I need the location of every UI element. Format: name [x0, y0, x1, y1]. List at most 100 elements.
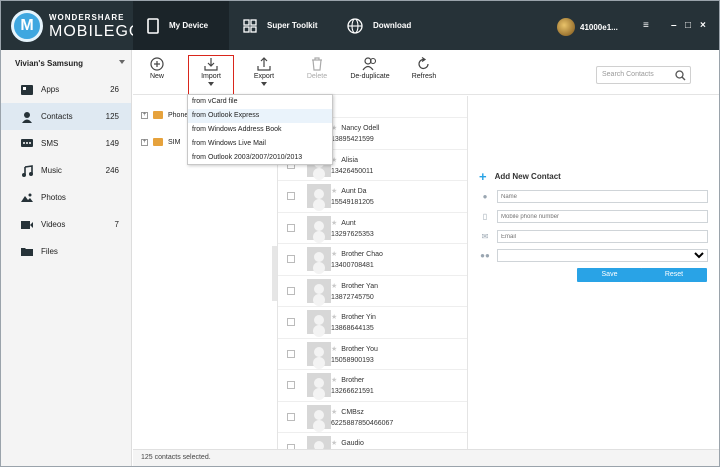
star-icon[interactable]: ★: [331, 346, 337, 353]
reset-button[interactable]: Reset: [641, 268, 707, 282]
contact-row[interactable]: ★ Brother Yan 13872745750: [278, 276, 467, 307]
contact-row[interactable]: ★ Aunt 13297625353: [278, 213, 467, 244]
name-field[interactable]: [497, 190, 708, 203]
export-button[interactable]: Export: [241, 56, 287, 86]
contact-name-text: CMBsz: [341, 408, 364, 416]
globe-icon: [347, 17, 363, 34]
phone-icon: [147, 17, 159, 34]
save-button[interactable]: Save: [577, 268, 642, 282]
row-checkbox[interactable]: [287, 192, 295, 200]
device-selector[interactable]: Vivian's Samsung: [1, 50, 131, 76]
sidebar-item-contacts[interactable]: Contacts 125: [1, 103, 131, 130]
account-menu[interactable]: 41000e1...: [557, 18, 618, 36]
refresh-button[interactable]: Refresh: [401, 56, 447, 80]
star-icon[interactable]: ★: [331, 220, 337, 227]
contact-name-text: Brother Yin: [341, 314, 376, 321]
search-icon[interactable]: [675, 70, 686, 81]
star-icon[interactable]: ★: [331, 409, 337, 416]
plus-icon: +: [479, 169, 487, 184]
contact-number: 6225887850466067: [331, 419, 394, 427]
contact-name: ★ Brother: [331, 376, 364, 384]
grid-icon: [243, 18, 257, 33]
contact-number: 13297625353: [331, 230, 374, 238]
star-icon[interactable]: ★: [331, 283, 337, 290]
email-icon: ✉: [481, 232, 489, 241]
row-checkbox[interactable]: [287, 412, 295, 421]
sidebar-item-count: 246: [105, 166, 119, 175]
star-icon[interactable]: ★: [331, 314, 337, 321]
contact-row[interactable]: ★ Brother You 15058900193: [278, 339, 467, 370]
import-menu-item[interactable]: from Windows Address Book: [188, 123, 332, 137]
import-menu-item[interactable]: from Outlook 2003/2007/2010/2013: [188, 151, 332, 165]
email-field[interactable]: [497, 230, 708, 243]
email-row: ✉: [479, 230, 708, 243]
contact-row[interactable]: ★ Brother Chao 13400708481: [278, 244, 467, 276]
group-label: SIM: [168, 138, 181, 146]
person-icon: ●: [482, 192, 488, 201]
chevron-down-icon: [208, 82, 214, 86]
sidebar-item-videos[interactable]: Videos 7: [1, 211, 131, 238]
sidebar-item-label: Files: [41, 247, 58, 256]
row-checkbox[interactable]: [287, 286, 295, 295]
star-icon[interactable]: ★: [331, 251, 337, 258]
contact-name-text: Brother Yan: [341, 282, 378, 290]
star-icon[interactable]: ★: [331, 377, 337, 384]
import-button[interactable]: Import: [188, 55, 234, 95]
contact-number: 13868644135: [331, 325, 374, 332]
delete-label: Delete: [306, 73, 328, 80]
close-button[interactable]: ×: [700, 20, 706, 31]
new-button[interactable]: New: [134, 56, 180, 80]
row-checkbox[interactable]: [287, 223, 295, 232]
deduplicate-button[interactable]: De-duplicate: [347, 56, 393, 80]
device-name: Vivian's Samsung: [15, 58, 84, 68]
status-bar: 125 contacts selected.: [133, 449, 719, 466]
star-icon[interactable]: ★: [331, 440, 337, 447]
sms-icon: [19, 138, 35, 150]
sidebar-item-photos[interactable]: Photos: [1, 184, 131, 211]
contact-photo: [307, 373, 331, 397]
phone-field[interactable]: [497, 210, 708, 223]
trash-icon: [312, 56, 322, 71]
tab-my-device[interactable]: My Device: [133, 1, 229, 50]
sidebar-item-label: Music: [41, 166, 62, 175]
contact-row[interactable]: ★ CMBsz 6225887850466067: [278, 402, 467, 433]
row-checkbox[interactable]: [287, 349, 295, 358]
contact-row[interactable]: ★Gaudio13980077230: [278, 433, 467, 449]
group-select[interactable]: [497, 249, 708, 262]
contact-row[interactable]: ★ Aunt Da 15549181205: [278, 181, 467, 213]
import-menu-item[interactable]: from Windows Live Mail: [188, 137, 332, 151]
contact-row[interactable]: ★ Brother 13266621591: [278, 370, 467, 402]
star-icon[interactable]: ★: [331, 188, 337, 195]
folder-icon: [19, 246, 35, 258]
sidebar-item-apps[interactable]: Apps 26: [1, 76, 131, 103]
minimize-button[interactable]: –: [671, 20, 677, 31]
sidebar-item-files[interactable]: Files: [1, 238, 131, 265]
sidebar-item-label: Apps: [41, 85, 60, 94]
expand-icon[interactable]: +: [141, 111, 148, 119]
expand-icon[interactable]: +: [141, 138, 148, 146]
contact-number: 15058900193: [331, 356, 374, 364]
logo-mark: M: [11, 10, 43, 42]
row-checkbox[interactable]: [287, 381, 295, 389]
new-label: New: [149, 73, 164, 80]
import-menu-item[interactable]: from Outlook Express: [188, 109, 332, 123]
contact-row[interactable]: ★ Brother Yin 13868644135: [278, 307, 467, 339]
contacts-icon: [19, 111, 35, 123]
menu-icon[interactable]: ≡: [643, 20, 649, 31]
group-phone[interactable]: + Phone: [141, 111, 188, 119]
sidebar-item-label: Photos: [41, 193, 66, 202]
group-sim[interactable]: + SIM: [141, 138, 180, 146]
tab-super-toolkit[interactable]: Super Toolkit: [229, 1, 333, 50]
contact-name-text: Brother: [341, 377, 365, 384]
contact-name: ★ Nancy Odell: [331, 124, 379, 132]
row-checkbox[interactable]: [287, 255, 295, 263]
contact-name: ★ CMBsz: [331, 408, 364, 416]
sidebar-item-music[interactable]: Music 246: [1, 157, 131, 184]
sidebar-item-sms[interactable]: SMS 149: [1, 130, 131, 157]
maximize-button[interactable]: □: [685, 20, 691, 31]
search-input[interactable]: Search Contacts: [596, 66, 691, 84]
row-checkbox[interactable]: [287, 318, 295, 326]
delete-button[interactable]: Delete: [294, 56, 340, 80]
import-menu-item[interactable]: from vCard file: [188, 95, 332, 109]
tab-download[interactable]: Download: [333, 1, 437, 50]
